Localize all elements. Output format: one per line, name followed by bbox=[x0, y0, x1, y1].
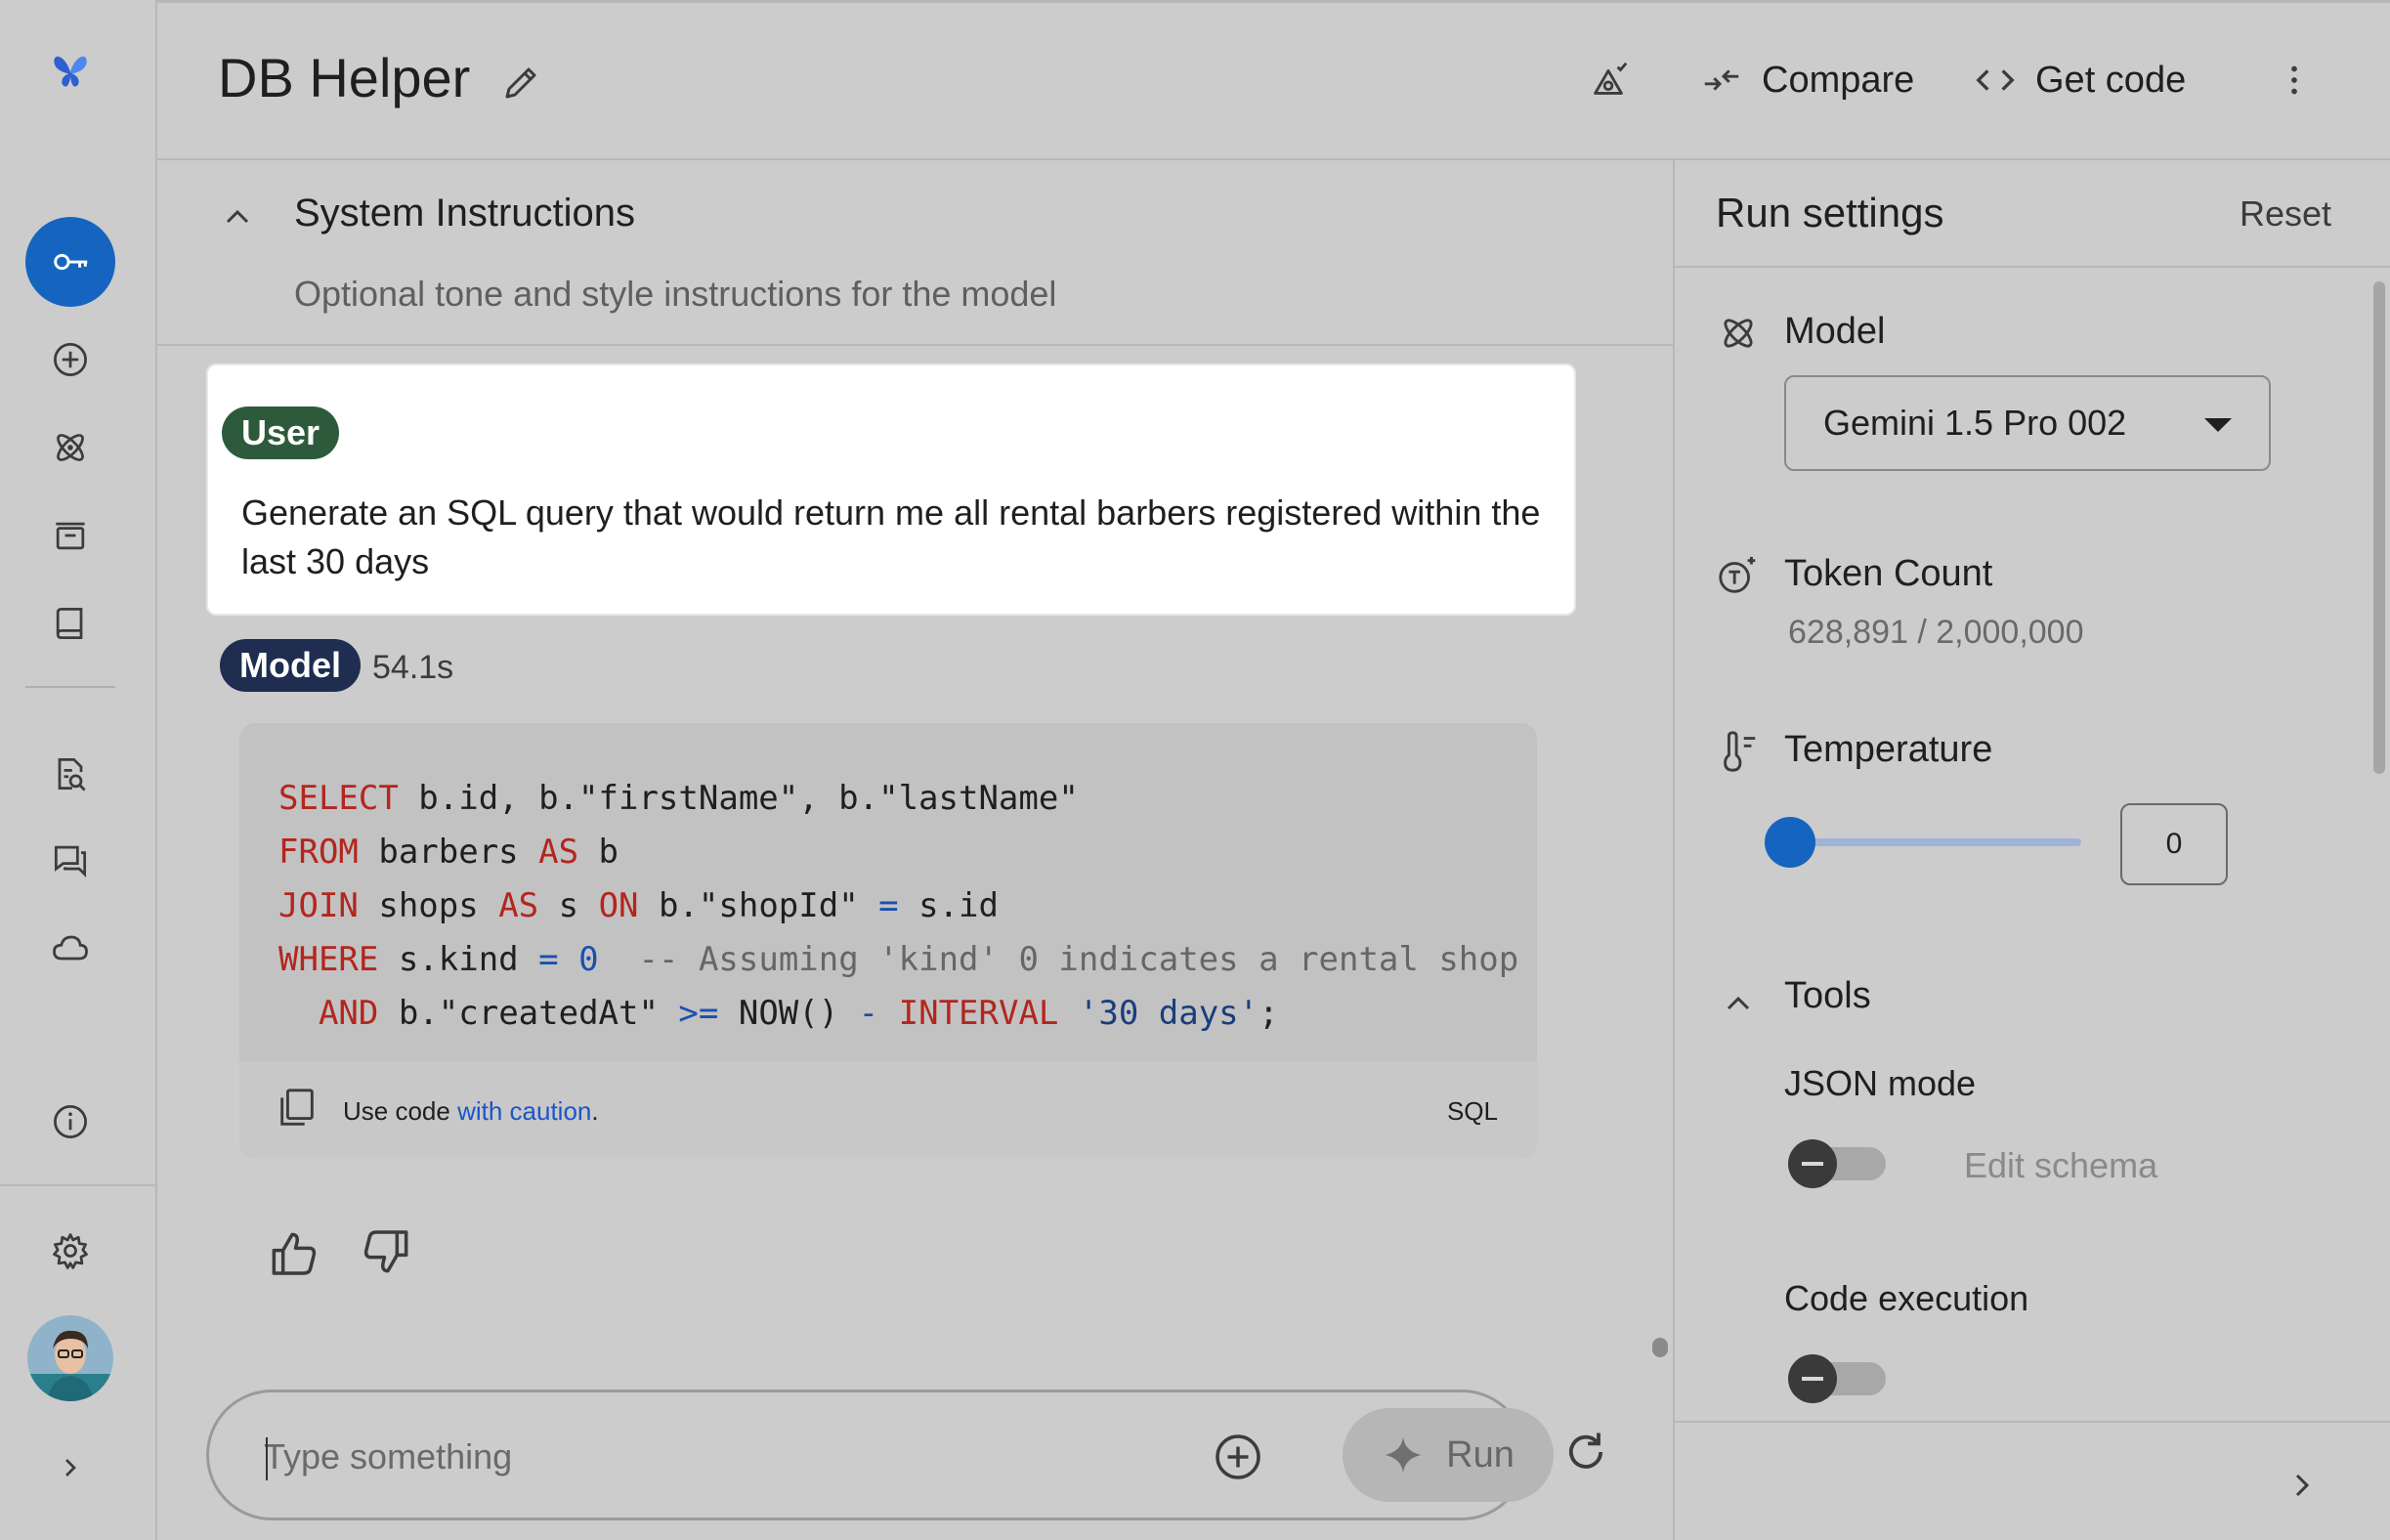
safety-settings-icon[interactable] bbox=[1586, 58, 1631, 103]
model-badge: Model bbox=[220, 639, 361, 692]
run-settings-panel: Run settings Reset Model Gemini 1.5 Pro … bbox=[1675, 160, 2390, 1540]
reset-button[interactable]: Reset bbox=[2240, 193, 2331, 235]
token-count-icon bbox=[1716, 553, 1761, 598]
butterfly-logo-icon[interactable] bbox=[39, 39, 102, 102]
model-select-value: Gemini 1.5 Pro 002 bbox=[1823, 403, 2127, 443]
archive-icon[interactable] bbox=[39, 504, 102, 567]
atom-icon bbox=[1716, 311, 1761, 356]
edit-pencil-icon[interactable] bbox=[497, 60, 544, 107]
book-icon[interactable] bbox=[39, 592, 102, 655]
temperature-label: Temperature bbox=[1784, 729, 1993, 770]
chevron-right-icon[interactable] bbox=[2283, 1466, 2322, 1505]
cloud-icon[interactable] bbox=[39, 917, 102, 979]
settings-scrollbar[interactable] bbox=[2370, 270, 2388, 1442]
rail-divider bbox=[0, 1184, 157, 1186]
add-media-icon[interactable] bbox=[1211, 1430, 1265, 1484]
compare-label: Compare bbox=[1762, 59, 1915, 101]
dropdown-arrow-icon bbox=[2204, 418, 2232, 432]
panel-divider bbox=[1675, 1421, 2390, 1423]
tools-label[interactable]: Tools bbox=[1784, 975, 1871, 1017]
thermometer-icon bbox=[1716, 729, 1761, 774]
prompt-input[interactable] bbox=[264, 1428, 1143, 1486]
code-brackets-icon bbox=[1976, 69, 2015, 91]
top-header: DB Helper Compare Get code bbox=[157, 0, 2390, 160]
code-language: SQL bbox=[1446, 1096, 1498, 1126]
toggle-knob bbox=[1788, 1354, 1837, 1403]
kw: SELECT bbox=[278, 779, 399, 818]
refresh-icon[interactable] bbox=[1560, 1427, 1611, 1477]
chat-scrollbar[interactable] bbox=[1652, 1338, 1668, 1357]
toggle-knob bbox=[1788, 1139, 1837, 1188]
avatar[interactable] bbox=[27, 1315, 113, 1401]
thumbs-up-icon[interactable] bbox=[265, 1225, 320, 1280]
model-label: Model bbox=[1784, 311, 1886, 352]
code-line: SELECT b.id, b."firstName", b."lastName" bbox=[278, 779, 1079, 818]
left-nav-rail bbox=[0, 0, 157, 1540]
nav-divider bbox=[25, 686, 115, 688]
get-code-label: Get code bbox=[2035, 59, 2187, 101]
run-button[interactable]: Run bbox=[1343, 1408, 1554, 1502]
caution-link[interactable]: with caution bbox=[457, 1096, 591, 1126]
code-line: AND b."createdAt" >= NOW() - INTERVAL '3… bbox=[318, 994, 1279, 1033]
code-footer: Use code with caution. SQL bbox=[239, 1061, 1537, 1159]
thumbs-down-icon[interactable] bbox=[361, 1225, 415, 1280]
system-instructions-section: System Instructions Optional tone and st… bbox=[157, 160, 1675, 346]
model-select[interactable]: Gemini 1.5 Pro 002 bbox=[1784, 375, 2271, 471]
text-caret bbox=[266, 1437, 268, 1480]
scrollbar-thumb[interactable] bbox=[2373, 281, 2385, 774]
atom-icon[interactable] bbox=[39, 416, 102, 479]
key-icon[interactable] bbox=[25, 217, 115, 307]
code-line: JOIN shops AS s ON b."shopId" = s.id bbox=[278, 886, 999, 925]
json-mode-label: JSON mode bbox=[1784, 1063, 1977, 1103]
sparkle-icon bbox=[1385, 1436, 1422, 1474]
code-execution-toggle[interactable] bbox=[1788, 1354, 1886, 1403]
chevron-right-icon[interactable] bbox=[39, 1436, 102, 1499]
copy-icon[interactable] bbox=[275, 1085, 320, 1130]
sql-code: SELECT b.id, b."firstName", b."lastName"… bbox=[278, 772, 1518, 1041]
chat-panel: System Instructions Optional tone and st… bbox=[157, 160, 1675, 1540]
user-message-card: User Generate an SQL query that would re… bbox=[206, 364, 1576, 616]
model-duration: 54.1s bbox=[372, 649, 454, 686]
token-count-value: 628,891 / 2,000,000 bbox=[1788, 614, 2084, 651]
temperature-slider-track[interactable] bbox=[1788, 838, 2081, 846]
json-mode-toggle[interactable] bbox=[1788, 1139, 1886, 1188]
run-settings-title: Run settings bbox=[1716, 190, 1944, 235]
code-line: FROM barbers AS b bbox=[278, 833, 619, 872]
token-count-label: Token Count bbox=[1784, 553, 1993, 594]
info-icon[interactable] bbox=[39, 1091, 102, 1153]
system-instructions-input[interactable]: Optional tone and style instructions for… bbox=[294, 274, 1056, 315]
get-code-button[interactable]: Get code bbox=[1973, 58, 2186, 103]
page-title: DB Helper bbox=[218, 47, 471, 108]
doc-search-icon[interactable] bbox=[39, 743, 102, 805]
user-badge: User bbox=[222, 406, 340, 459]
code-line: WHERE s.kind = 0 -- Assuming 'kind' 0 in… bbox=[278, 940, 1519, 979]
caution-note: Use code with caution. bbox=[343, 1096, 599, 1126]
more-vert-icon[interactable] bbox=[2272, 58, 2317, 103]
user-message-text: Generate an SQL query that would return … bbox=[241, 492, 1541, 581]
code-block: SELECT b.id, b."firstName", b."lastName"… bbox=[239, 723, 1537, 1159]
edit-schema-button[interactable]: Edit schema bbox=[1964, 1145, 2157, 1186]
chevron-up-icon[interactable] bbox=[1716, 981, 1761, 1026]
chevron-up-icon[interactable] bbox=[218, 197, 257, 236]
forum-icon[interactable] bbox=[39, 829, 102, 891]
add-circle-icon[interactable] bbox=[39, 328, 102, 391]
compare-icon bbox=[1704, 69, 1739, 91]
code-execution-label: Code execution bbox=[1784, 1278, 2029, 1318]
settings-icon[interactable] bbox=[39, 1219, 102, 1282]
temperature-input[interactable]: 0 bbox=[2120, 803, 2228, 885]
run-label: Run bbox=[1446, 1433, 1515, 1476]
temperature-slider-thumb[interactable] bbox=[1765, 817, 1815, 868]
compare-button[interactable]: Compare bbox=[1699, 58, 1914, 103]
prompt-box: Run bbox=[206, 1390, 1554, 1520]
system-instructions-title[interactable]: System Instructions bbox=[294, 192, 635, 235]
run-settings-header: Run settings Reset bbox=[1675, 160, 2390, 268]
